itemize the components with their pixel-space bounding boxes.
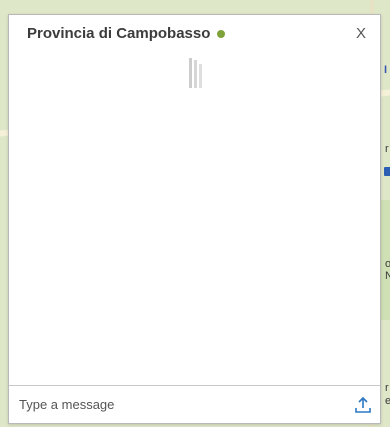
map-label: r (385, 143, 389, 155)
message-input[interactable] (17, 397, 348, 412)
chat-title: Provincia di Campobasso (27, 24, 211, 42)
chat-footer (9, 385, 380, 423)
map-route-badge (384, 167, 390, 176)
loading-bar (194, 60, 197, 88)
chat-message-area (9, 51, 380, 385)
upload-icon[interactable] (354, 396, 372, 414)
loading-bar (189, 58, 192, 88)
map-label: I (384, 64, 388, 76)
map-label: N (385, 270, 390, 282)
online-status-dot-icon (217, 29, 226, 38)
chat-window: Provincia di Campobasso X (8, 14, 381, 424)
loading-bar (199, 64, 202, 88)
map-label: e (385, 395, 390, 407)
map-label: r (385, 382, 389, 394)
close-button[interactable]: X (354, 23, 368, 44)
map-label: o (385, 258, 390, 270)
chat-header: Provincia di Campobasso X (9, 15, 380, 51)
loading-icon (189, 58, 211, 88)
